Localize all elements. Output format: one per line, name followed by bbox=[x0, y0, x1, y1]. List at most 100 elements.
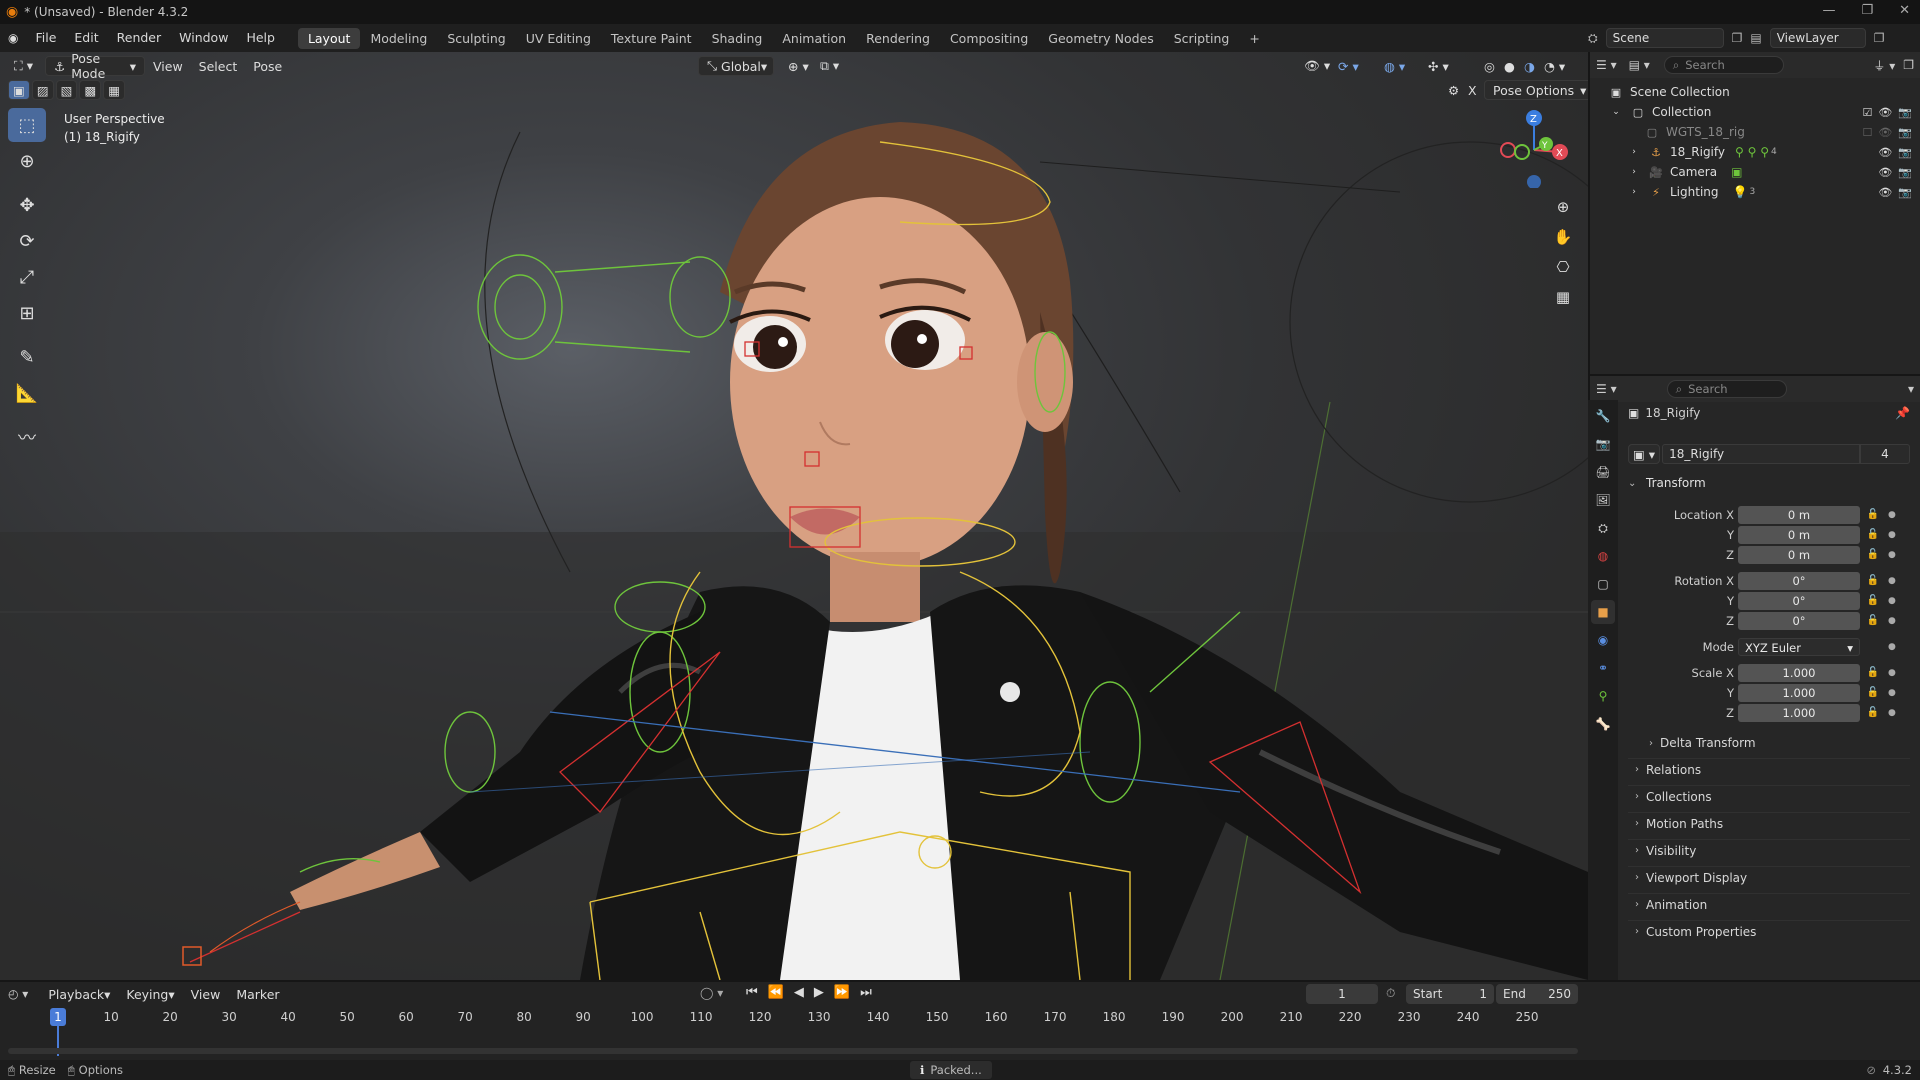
overlay-icon[interactable]: ◍ ▾ bbox=[1376, 56, 1413, 76]
select-extend-icon[interactable]: ▨ bbox=[31, 80, 54, 100]
scene-field[interactable]: Scene bbox=[1605, 28, 1724, 48]
timeline-editor-icon[interactable]: ◴ ▾ bbox=[8, 987, 28, 1001]
rotation-y-field[interactable]: 0° bbox=[1738, 592, 1860, 610]
packed-report[interactable]: ℹ Packed... bbox=[910, 1061, 992, 1079]
current-frame-field[interactable]: 1 bbox=[1306, 984, 1378, 1004]
annotate-icon[interactable]: ✎ bbox=[8, 340, 46, 374]
eye-icon[interactable]: 👁 bbox=[1878, 186, 1892, 199]
prev-keyframe-icon[interactable]: ⏪ bbox=[768, 985, 784, 1000]
location-z-field[interactable]: 0 m bbox=[1738, 546, 1860, 564]
tab-texture-paint[interactable]: Texture Paint bbox=[601, 28, 702, 49]
view-layer-field[interactable]: ViewLayer bbox=[1769, 28, 1866, 48]
object-browse-icon[interactable]: ▣ ▾ bbox=[1628, 444, 1661, 464]
select-invert-icon[interactable]: ▩ bbox=[79, 80, 102, 100]
tab-shading[interactable]: Shading bbox=[702, 28, 773, 49]
lock-icon[interactable]: 🔓 bbox=[1866, 572, 1880, 590]
chevron-right-icon[interactable]: › bbox=[1626, 167, 1642, 177]
visibility-panel[interactable]: › Visibility bbox=[1628, 839, 1910, 861]
chevron-down-icon[interactable]: ⌄ bbox=[1608, 107, 1624, 117]
relax-icon[interactable]: 〰 bbox=[8, 420, 46, 454]
scale-z-field[interactable]: 1.000 bbox=[1738, 704, 1860, 722]
keyframe-dot-icon[interactable]: ● bbox=[1888, 684, 1896, 702]
chevron-down-icon[interactable]: ▾ bbox=[1908, 382, 1914, 396]
keyframe-dot-icon[interactable]: ● bbox=[1888, 704, 1896, 722]
play-reverse-icon[interactable]: ◀ bbox=[794, 985, 804, 1000]
auto-keying-icon[interactable]: ◯ ▾ bbox=[700, 986, 723, 1000]
eye-icon[interactable]: 👁 bbox=[1878, 106, 1892, 119]
perspective-grid-icon[interactable]: ▦ bbox=[1548, 282, 1578, 312]
bone-tab-icon[interactable]: 🦴 bbox=[1591, 712, 1615, 736]
lock-icon[interactable]: 🔓 bbox=[1866, 546, 1880, 564]
lock-icon[interactable]: 🔓 bbox=[1866, 684, 1880, 702]
jump-start-icon[interactable]: ⏮ bbox=[746, 985, 758, 1000]
select-intersect-icon[interactable]: ▦ bbox=[103, 80, 126, 100]
preview-range-icon[interactable]: ⏱ bbox=[1386, 986, 1395, 1001]
timeline-view-menu[interactable]: View bbox=[183, 984, 229, 1004]
outliner-row[interactable]: ▣ Scene Collection bbox=[1590, 82, 1920, 102]
select-box-icon[interactable]: ⬚ bbox=[8, 108, 46, 142]
gizmo-icon[interactable]: ⟳ ▾ bbox=[1330, 56, 1367, 76]
zoom-icon[interactable]: ⊕ bbox=[1548, 192, 1578, 222]
camera-view-icon[interactable]: ⎔ bbox=[1548, 252, 1578, 282]
lock-icon[interactable]: 🔓 bbox=[1866, 664, 1880, 682]
keyframe-dot-icon[interactable]: ● bbox=[1888, 638, 1896, 656]
filter-icon[interactable]: ⏚ ▾ bbox=[1873, 57, 1895, 74]
viewport-display-panel[interactable]: › Viewport Display bbox=[1628, 866, 1910, 888]
play-icon[interactable]: ▶ bbox=[814, 985, 824, 1000]
marker-menu[interactable]: Marker bbox=[228, 984, 287, 1004]
outliner-row[interactable]: ▢ WGTS_18_rig ☐ 👁 📷 bbox=[1590, 122, 1920, 142]
lock-icon[interactable]: 🔓 bbox=[1866, 592, 1880, 610]
menu-window[interactable]: Window bbox=[170, 24, 237, 52]
modifier-tab-icon[interactable]: ◉ bbox=[1591, 628, 1615, 652]
animation-panel[interactable]: › Animation bbox=[1628, 893, 1910, 915]
new-collection-icon[interactable]: ❐ bbox=[1903, 58, 1914, 72]
scale-icon[interactable]: ⤢ bbox=[8, 260, 46, 294]
tab-modeling[interactable]: Modeling bbox=[360, 28, 437, 49]
motion-paths-panel[interactable]: › Motion Paths bbox=[1628, 812, 1910, 834]
tab-scripting[interactable]: Scripting bbox=[1164, 28, 1240, 49]
select-subtract-icon[interactable]: ▧ bbox=[55, 80, 78, 100]
menu-view[interactable]: View bbox=[145, 56, 191, 76]
lock-icon[interactable]: 🔓 bbox=[1866, 506, 1880, 524]
maximize-icon[interactable]: ❐ bbox=[1861, 3, 1873, 18]
keyframe-dot-icon[interactable]: ● bbox=[1888, 612, 1896, 630]
lock-icon[interactable]: 🔓 bbox=[1866, 526, 1880, 544]
keying-menu[interactable]: Keying ▾ bbox=[118, 984, 182, 1004]
minimize-icon[interactable]: — bbox=[1822, 3, 1835, 18]
outliner-row[interactable]: ⌄ ▢ Collection ☑ 👁 📷 bbox=[1590, 102, 1920, 122]
transform-icon[interactable]: ⊞ bbox=[8, 296, 46, 330]
lock-icon[interactable]: 🔓 bbox=[1866, 612, 1880, 630]
x-mirror-icon[interactable]: X bbox=[1460, 80, 1485, 100]
pan-hand-icon[interactable]: ✋ bbox=[1548, 222, 1578, 252]
end-frame-field[interactable]: End 250 bbox=[1496, 984, 1578, 1004]
rotation-x-field[interactable]: 0° bbox=[1738, 572, 1860, 590]
tab-layout[interactable]: Layout bbox=[297, 27, 361, 49]
tab-animation[interactable]: Animation bbox=[772, 28, 856, 49]
chevron-right-icon[interactable]: › bbox=[1626, 187, 1642, 197]
properties-editor-icon[interactable]: ☰ ▾ bbox=[1596, 382, 1617, 396]
timeline-scrollbar[interactable] bbox=[8, 1048, 1578, 1054]
menu-pose[interactable]: Pose bbox=[245, 56, 290, 76]
rotation-z-field[interactable]: 0° bbox=[1738, 612, 1860, 630]
camera-render-icon[interactable]: 📷 bbox=[1898, 186, 1912, 199]
navigation-gizmo[interactable]: Z X Y bbox=[1494, 108, 1574, 189]
eye-icon[interactable]: 👁 bbox=[1878, 126, 1892, 139]
snap-icon[interactable]: ⧉ ▾ bbox=[812, 56, 847, 76]
scale-x-field[interactable]: 1.000 bbox=[1738, 664, 1860, 682]
measure-icon[interactable]: 📐 bbox=[8, 376, 46, 410]
checkbox-icon[interactable]: ☐ bbox=[1862, 126, 1872, 139]
camera-render-icon[interactable]: 📷 bbox=[1898, 166, 1912, 179]
delta-transform-panel[interactable]: › Delta Transform bbox=[1642, 732, 1910, 754]
editor-type-icon[interactable]: ⛶ ▾ bbox=[6, 56, 41, 76]
tab-sculpting[interactable]: Sculpting bbox=[437, 28, 515, 49]
camera-render-icon[interactable]: 📷 bbox=[1898, 146, 1912, 159]
outliner-row[interactable]: › ⚓ 18_Rigify ⚲ ⚲ ⚲ 4 👁 📷 bbox=[1590, 142, 1920, 162]
keyframe-dot-icon[interactable]: ● bbox=[1888, 506, 1896, 524]
view-layer-tab-icon[interactable]: 🖼 bbox=[1591, 488, 1615, 512]
tab-geometry-nodes[interactable]: Geometry Nodes bbox=[1038, 28, 1163, 49]
location-x-field[interactable]: 0 m bbox=[1738, 506, 1860, 524]
rotate-icon[interactable]: ⟳ bbox=[8, 224, 46, 258]
outliner-row[interactable]: › 🎥 Camera ▣ 👁 📷 bbox=[1590, 162, 1920, 182]
jump-end-icon[interactable]: ⏭ bbox=[860, 985, 872, 1000]
outliner-editor-icon[interactable]: ☰ ▾ bbox=[1596, 58, 1617, 72]
